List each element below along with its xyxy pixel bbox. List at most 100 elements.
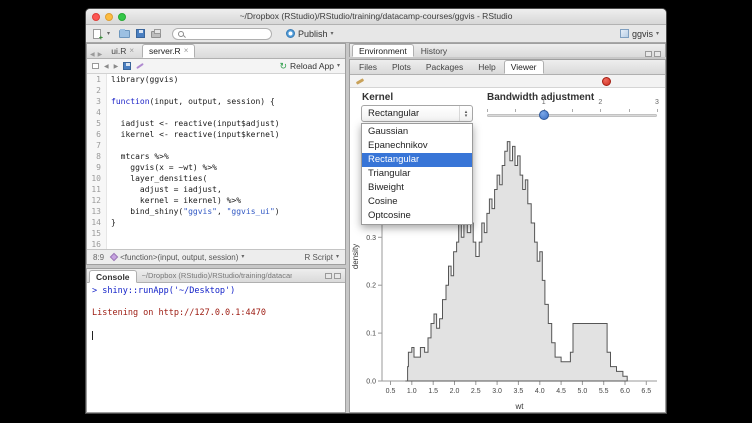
x-tick-label: 1.5: [428, 388, 438, 395]
code-line[interactable]: 4: [87, 107, 345, 118]
nav-forward-icon[interactable]: ▶: [97, 51, 104, 58]
close-icon[interactable]: ×: [184, 45, 189, 57]
code-line[interactable]: 12 kernel = ikernel) %>%: [87, 195, 345, 206]
viewer-toolbar: [350, 75, 665, 88]
tab-help[interactable]: Help: [471, 60, 502, 74]
open-file-icon[interactable]: [119, 30, 130, 38]
x-tick-label: 0.5: [386, 388, 396, 395]
rstudio-window: ~/Dropbox (RStudio)/RStudio/training/dat…: [85, 8, 667, 414]
x-tick-label: 4.0: [535, 388, 545, 395]
kernel-select[interactable]: Rectangular ▴ ▾: [361, 105, 473, 122]
minimize-pane-icon[interactable]: [325, 273, 332, 279]
workbench: ◀ ▶ ui.R × server.R × ◀ ▶: [86, 43, 666, 413]
clear-viewer-icon[interactable]: [356, 78, 364, 85]
new-file-icon[interactable]: [93, 29, 101, 39]
kernel-option[interactable]: Cosine: [362, 195, 472, 209]
kernel-dropdown-list: GaussianEpanechnikovRectangularTriangula…: [361, 123, 473, 225]
save-icon[interactable]: [136, 29, 145, 38]
code-line[interactable]: 14}: [87, 217, 345, 228]
line-number: 14: [87, 217, 107, 228]
code-line[interactable]: 9 ggvis(x = ~wt) %>%: [87, 162, 345, 173]
tab-server-r[interactable]: server.R ×: [142, 44, 195, 58]
code-line[interactable]: 16: [87, 239, 345, 249]
caret-down-icon: ▾: [656, 31, 659, 37]
console-working-directory: ~/Dropbox (RStudio)/RStudio/training/dat…: [142, 271, 292, 280]
bandwidth-slider[interactable]: 123: [487, 100, 657, 126]
file-type-button[interactable]: R Script ▾: [305, 253, 339, 262]
slider-track[interactable]: [487, 114, 657, 117]
right-column: Environment History Files Plots Packages…: [349, 43, 666, 413]
tab-files[interactable]: Files: [352, 60, 384, 74]
code-line[interactable]: 13 bind_shiny("ggvis", "ggvis_ui"): [87, 206, 345, 217]
maximize-pane-icon[interactable]: [334, 273, 341, 279]
forward-icon[interactable]: ▶: [114, 63, 119, 70]
main-toolbar: ▾ Publish ▾ ggvis ▾: [86, 25, 666, 43]
window-titlebar[interactable]: ~/Dropbox (RStudio)/RStudio/training/dat…: [86, 9, 666, 25]
save-file-icon[interactable]: [123, 62, 131, 70]
tab-viewer[interactable]: Viewer: [504, 60, 544, 74]
kernel-option[interactable]: Biweight: [362, 181, 472, 195]
console-output[interactable]: > shiny::runApp('~/Desktop') Listening o…: [87, 283, 345, 412]
tab-ui-r[interactable]: ui.R ×: [104, 44, 141, 58]
caret-down-icon: ▾: [331, 31, 334, 37]
publish-button[interactable]: Publish ▾: [286, 29, 334, 39]
code-tools-icon[interactable]: [136, 63, 144, 69]
x-tick-label: 5.0: [578, 388, 588, 395]
window-title: ~/Dropbox (RStudio)/RStudio/training/dat…: [86, 9, 666, 24]
x-tick-label: 2.0: [450, 388, 460, 395]
source-tabbar: ◀ ▶ ui.R × server.R ×: [87, 44, 345, 59]
code-text: kernel = ikernel) %>%: [107, 195, 241, 206]
text-cursor: [92, 331, 93, 340]
function-scope-icon: [110, 253, 118, 261]
stop-app-button[interactable]: [602, 77, 611, 86]
kernel-option[interactable]: Epanechnikov: [362, 139, 472, 153]
code-line[interactable]: 11 adjust = iadjust,: [87, 184, 345, 195]
maximize-pane-icon[interactable]: [654, 51, 661, 57]
code-line[interactable]: 5 iadjust <- reactive(input$adjust): [87, 118, 345, 129]
popout-icon[interactable]: [92, 63, 99, 69]
project-menu-button[interactable]: ggvis ▾: [620, 29, 659, 39]
kernel-option[interactable]: Optcosine: [362, 209, 472, 223]
kernel-option-selected[interactable]: Rectangular: [362, 153, 472, 167]
print-icon[interactable]: [151, 31, 161, 38]
line-number: 13: [87, 206, 107, 217]
code-line[interactable]: 6 ikernel <- reactive(input$kernel): [87, 129, 345, 140]
pane-header-icons: [645, 51, 665, 57]
scope-selector[interactable]: <function>(input, output, session) ▾: [111, 253, 244, 262]
code-text: layer_densities(: [107, 173, 207, 184]
file-type-label: R Script: [305, 253, 333, 262]
code-line[interactable]: 7: [87, 140, 345, 151]
caret-down-icon[interactable]: ▾: [337, 63, 340, 69]
reload-app-button[interactable]: ↻ Reload App ▾: [279, 61, 340, 72]
back-icon[interactable]: ◀: [104, 63, 109, 70]
goto-file-search[interactable]: [172, 28, 272, 40]
tab-packages[interactable]: Packages: [419, 60, 470, 74]
code-line[interactable]: 2: [87, 85, 345, 96]
code-text: [107, 140, 116, 151]
caret-down-icon: ▾: [241, 254, 244, 260]
new-file-caret-icon[interactable]: ▾: [107, 31, 110, 37]
code-line[interactable]: 10 layer_densities(: [87, 173, 345, 184]
code-line[interactable]: 15: [87, 228, 345, 239]
slider-tick-label: 3: [655, 99, 659, 106]
code-line[interactable]: 8 mtcars %>%: [87, 151, 345, 162]
kernel-option[interactable]: Triangular: [362, 167, 472, 181]
code-line[interactable]: 1library(ggvis): [87, 74, 345, 85]
nav-back-icon[interactable]: ◀: [89, 51, 96, 58]
tab-plots[interactable]: Plots: [385, 60, 418, 74]
code-line[interactable]: 3function(input, output, session) {: [87, 96, 345, 107]
code-text: function(input, output, session) {: [107, 96, 275, 107]
zoom-window-button[interactable]: [118, 13, 126, 21]
slider-handle[interactable]: [539, 110, 549, 120]
console-line: > shiny::runApp('~/Desktop'): [92, 286, 340, 297]
kernel-option[interactable]: Gaussian: [362, 125, 472, 139]
close-icon[interactable]: ×: [129, 45, 134, 57]
tab-console[interactable]: Console: [89, 270, 137, 283]
tab-history[interactable]: History: [414, 44, 454, 57]
tab-environment[interactable]: Environment: [352, 44, 414, 57]
code-area[interactable]: 1library(ggvis)2 3function(input, output…: [87, 74, 345, 249]
close-window-button[interactable]: [92, 13, 100, 21]
minimize-window-button[interactable]: [105, 13, 113, 21]
tab-label: Environment: [359, 45, 407, 57]
minimize-pane-icon[interactable]: [645, 51, 652, 57]
